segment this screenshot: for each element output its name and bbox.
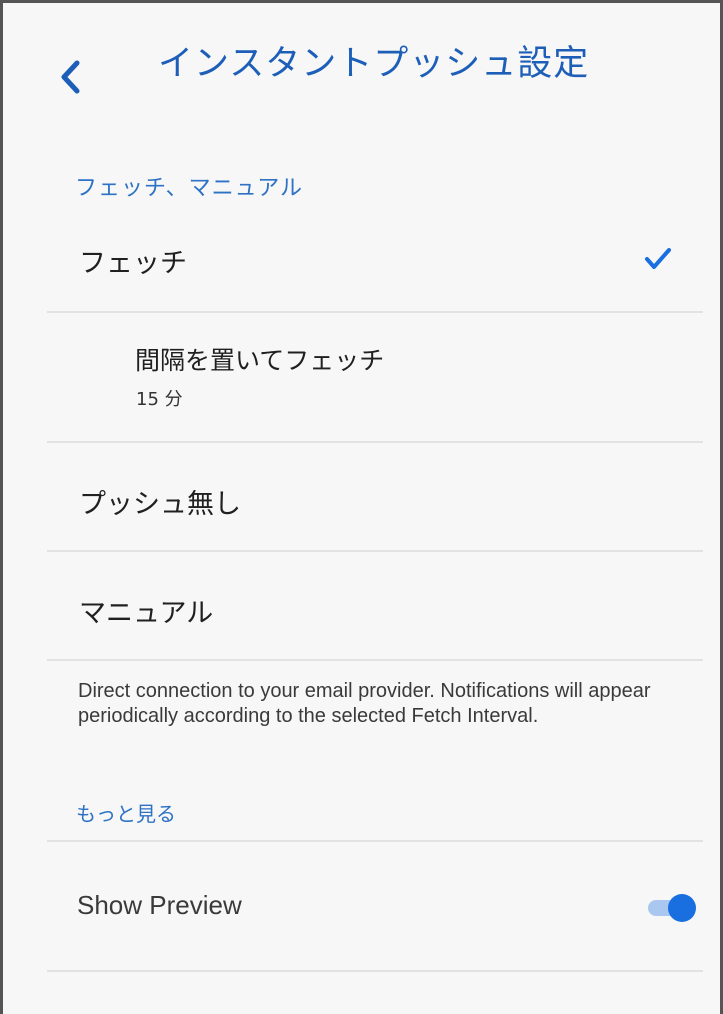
fetch-interval-value: 15 分 bbox=[136, 389, 183, 410]
description-text: Direct connection to your email provider… bbox=[78, 680, 651, 727]
option-no-push-label: プッシュ無し bbox=[79, 489, 241, 520]
divider bbox=[47, 659, 703, 661]
screen: インスタントプッシュ設定 フェッチ、マニュアル フェッチ 間隔を置いてフェッチ … bbox=[0, 0, 723, 1014]
section-label: フェッチ、マニュアル bbox=[75, 176, 304, 201]
toggle-thumb bbox=[668, 894, 696, 922]
page-title: インスタントプッシュ設定 bbox=[158, 44, 590, 84]
option-manual-label: マニュアル bbox=[79, 598, 214, 629]
back-button[interactable] bbox=[51, 53, 95, 101]
option-fetch[interactable]: フェッチ bbox=[3, 223, 720, 311]
fetch-interval-label: 間隔を置いてフェッチ bbox=[135, 346, 385, 375]
divider bbox=[47, 840, 703, 842]
option-fetch-interval[interactable] bbox=[3, 313, 720, 441]
header: インスタントプッシュ設定 bbox=[3, 3, 720, 143]
show-preview-toggle[interactable] bbox=[644, 893, 696, 923]
checkmark-icon bbox=[643, 244, 673, 274]
option-manual[interactable]: マニュアル bbox=[3, 552, 720, 659]
chevron-left-icon bbox=[61, 60, 80, 94]
option-no-push[interactable]: プッシュ無し bbox=[3, 443, 720, 550]
option-fetch-label: フェッチ bbox=[79, 248, 187, 279]
more-link[interactable]: もっと見る bbox=[76, 798, 176, 827]
show-preview-label: Show Preview bbox=[77, 890, 242, 920]
divider bbox=[47, 970, 703, 972]
